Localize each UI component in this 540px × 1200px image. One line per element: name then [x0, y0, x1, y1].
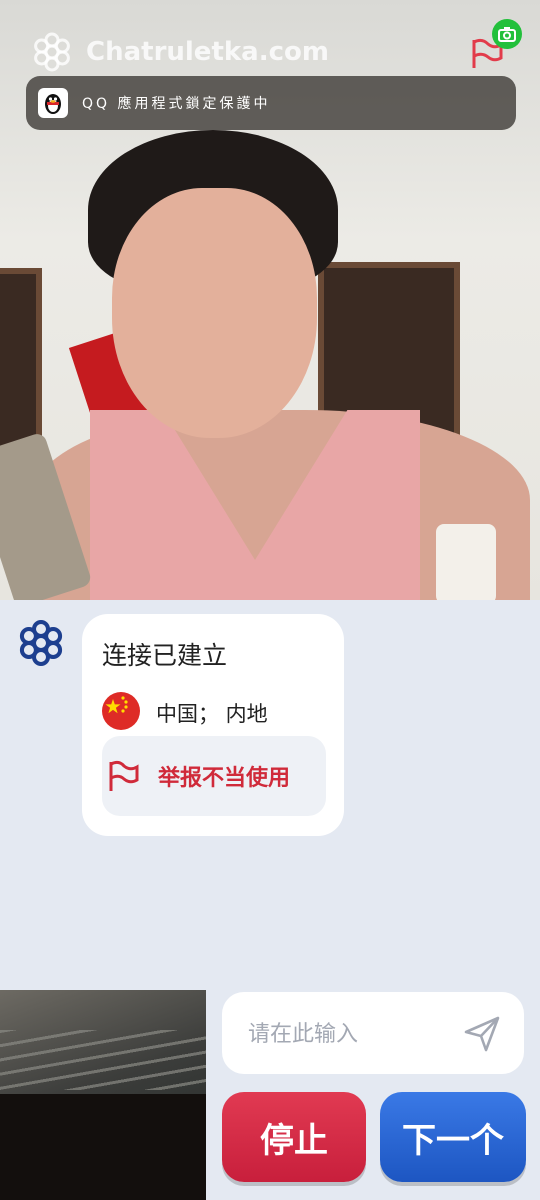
- camera-switch-button[interactable]: [492, 19, 522, 49]
- connection-status: 连接已建立: [102, 641, 228, 670]
- notification-text: QQ 應用程式鎖定保護中: [82, 96, 271, 112]
- next-button[interactable]: 下一个: [380, 1092, 526, 1182]
- report-flag-icon: [109, 760, 139, 791]
- site-logo: Chatruletka.com: [30, 30, 329, 74]
- camera-icon: [498, 27, 516, 42]
- self-video-dark-area: [0, 1094, 206, 1200]
- report-label: 举报不当使用: [158, 766, 291, 791]
- self-video-texture: [0, 1030, 206, 1090]
- bottle-object: [436, 524, 496, 600]
- remote-video: Chatruletka.com QQ 應用程式鎖定保護中: [0, 0, 540, 600]
- partner-country: 中国； 内地: [156, 702, 268, 726]
- chatruletka-bot-avatar-icon: [19, 620, 63, 666]
- site-name: Chatruletka.com: [86, 37, 329, 67]
- stop-button[interactable]: 停止: [222, 1092, 366, 1182]
- next-label: 下一个: [402, 1120, 504, 1161]
- chatruletka-logo-icon: [34, 32, 70, 72]
- background-door-left: [0, 268, 42, 460]
- self-video-preview: [0, 990, 206, 1200]
- stop-label: 停止: [260, 1120, 328, 1161]
- chat-message-bubble: 连接已建立 中国； 内地 举报不当使用: [82, 614, 344, 836]
- qq-penguin-icon: [38, 88, 68, 118]
- person-face: [112, 188, 317, 438]
- message-input[interactable]: [246, 1016, 470, 1052]
- notification-banner[interactable]: QQ 應用程式鎖定保護中: [26, 76, 516, 130]
- china-flag-icon: [102, 692, 140, 730]
- report-abuse-button[interactable]: 举报不当使用: [102, 736, 326, 816]
- send-icon[interactable]: [462, 1014, 502, 1054]
